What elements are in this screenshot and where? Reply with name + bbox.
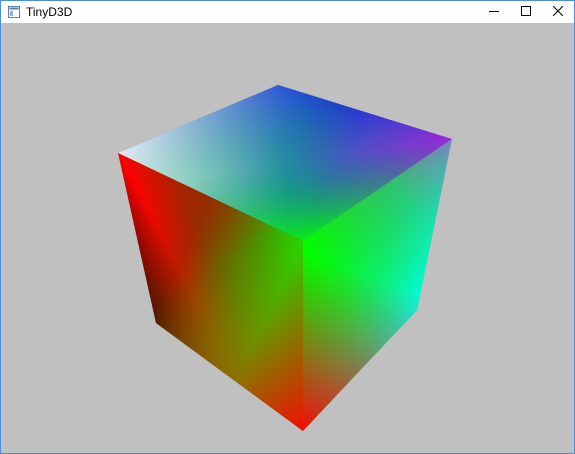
maximize-icon: [521, 3, 531, 21]
rgb-color-cube: [118, 85, 452, 431]
minimize-icon: [489, 3, 499, 21]
minimize-button[interactable]: [478, 1, 510, 23]
window-title: TinyD3D: [26, 5, 73, 19]
app-window: TinyD3D: [0, 0, 575, 454]
maximize-button[interactable]: [510, 1, 542, 23]
close-button[interactable]: [542, 1, 574, 23]
window-controls: [478, 1, 574, 23]
title-bar[interactable]: TinyD3D: [1, 1, 574, 23]
app-window-icon: [7, 5, 21, 19]
close-icon: [552, 3, 564, 21]
render-viewport[interactable]: [1, 23, 574, 453]
